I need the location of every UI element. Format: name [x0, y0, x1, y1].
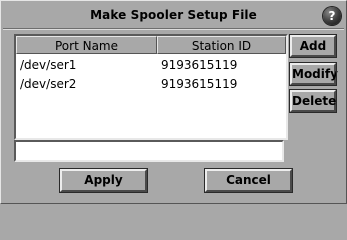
port-name-cell: /dev/ser1	[20, 58, 77, 72]
entry-field[interactable]	[14, 140, 284, 162]
port-name-cell: /dev/ser2	[20, 77, 77, 91]
help-icon[interactable]: ?	[323, 7, 341, 25]
port-station-list[interactable]: Port Name Station ID /dev/ser1 919361511…	[14, 34, 288, 140]
column-header-port-name[interactable]: Port Name	[16, 36, 157, 54]
column-header-station-id[interactable]: Station ID	[157, 36, 286, 54]
station-id-cell: 9193615119	[161, 58, 238, 72]
dialog-title: Make Spooler Setup File	[90, 8, 257, 22]
cancel-button[interactable]: Cancel	[204, 168, 293, 193]
title-divider	[3, 28, 344, 30]
station-id-cell: 9193615119	[161, 77, 238, 91]
apply-button[interactable]: Apply	[59, 168, 148, 193]
title-bar: Make Spooler Setup File ?	[3, 3, 344, 27]
add-button[interactable]: Add	[289, 34, 337, 58]
list-row[interactable]: /dev/ser1 9193615119	[16, 56, 286, 74]
modify-button[interactable]: Modify	[289, 62, 338, 86]
dialog-window: Make Spooler Setup File ? Port Name Stat…	[0, 0, 347, 204]
delete-button[interactable]: Delete	[289, 89, 337, 113]
list-row[interactable]: /dev/ser2 9193615119	[16, 75, 286, 93]
